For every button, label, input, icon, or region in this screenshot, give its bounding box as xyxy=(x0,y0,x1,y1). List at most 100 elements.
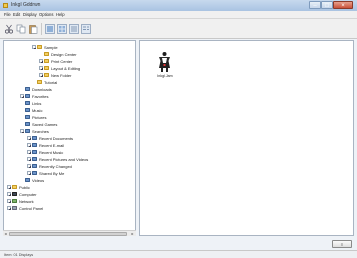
tree-item-label: Videos xyxy=(32,177,45,183)
tree-item-label: Public xyxy=(19,184,30,190)
tree-item-label: Recently Changed xyxy=(39,163,72,169)
tree-item-label: Network xyxy=(19,198,34,204)
tree-item-print-center[interactable]: Print Center xyxy=(39,58,72,64)
tree-item-network[interactable]: Network xyxy=(7,198,34,204)
tree-item-shared-by-me[interactable]: Shared By Me xyxy=(27,170,64,176)
scrollbar-thumb[interactable] xyxy=(9,232,127,236)
tree-item-label: Recent Pictures and Videos xyxy=(39,156,89,162)
maximize-button[interactable]: □ xyxy=(321,1,333,9)
tree-item-recent-pictures[interactable]: Recent Pictures and Videos xyxy=(27,156,88,162)
large-icons-view-icon[interactable] xyxy=(45,24,55,34)
tree-item-links[interactable]: Links xyxy=(20,100,41,106)
tree-item-videos[interactable]: Videos xyxy=(20,177,44,183)
expand-icon[interactable] xyxy=(27,143,31,147)
expand-icon[interactable] xyxy=(39,59,43,63)
details-view-icon[interactable] xyxy=(81,24,91,34)
expand-icon[interactable] xyxy=(7,199,11,203)
network-icon xyxy=(12,199,17,203)
menu-options[interactable]: Options xyxy=(39,12,53,17)
cut-icon[interactable] xyxy=(4,24,14,34)
expand-icon[interactable] xyxy=(7,192,11,196)
tree-item-layout-editing[interactable]: Layout & Editing xyxy=(39,65,80,71)
tree-item-label: Music xyxy=(32,107,43,113)
tree-item-control-panel[interactable]: Control Panel xyxy=(7,205,43,211)
tree-item-recent-email[interactable]: Recent E-mail xyxy=(27,142,64,148)
maximize-icon: □ xyxy=(325,3,329,9)
tree-item-new-folder[interactable]: New Folder xyxy=(39,72,71,78)
scroll-left-icon[interactable]: ◂ xyxy=(3,231,8,237)
menu-help[interactable]: Help xyxy=(56,12,65,17)
search-folder-icon xyxy=(32,171,37,175)
expand-icon[interactable] xyxy=(7,185,11,189)
view-toggle-button[interactable]: ≡ xyxy=(332,240,352,248)
tree-item-music[interactable]: Music xyxy=(20,107,42,113)
tree-item-saved-games[interactable]: Saved Games xyxy=(20,121,57,127)
search-folder-icon xyxy=(32,150,37,154)
horizontal-scrollbar[interactable]: ◂ ▸ xyxy=(3,230,136,236)
list-view-icon[interactable] xyxy=(69,24,79,34)
collapse-icon[interactable] xyxy=(32,45,36,49)
caddy-figure-icon xyxy=(159,52,170,72)
tree-item-pictures[interactable]: Pictures xyxy=(20,114,46,120)
menu-file[interactable]: File xyxy=(4,12,11,17)
folder-icon xyxy=(44,59,49,63)
minimize-button[interactable]: – xyxy=(309,1,321,9)
expand-icon[interactable] xyxy=(27,164,31,168)
toolbar-separator xyxy=(41,23,42,35)
tree-item-label: Recent E-mail xyxy=(39,142,65,148)
content-item-name: Inkgl.Jam xyxy=(157,74,173,78)
computer-icon xyxy=(12,192,17,196)
favorites-folder-icon xyxy=(25,94,30,98)
copy-icon[interactable] xyxy=(16,24,26,34)
tree-item-label: Recent Documents xyxy=(39,135,74,141)
tree-item-recently-changed[interactable]: Recently Changed xyxy=(27,163,72,169)
status-text: Item: 01 Displays xyxy=(4,253,34,257)
close-button[interactable]: × xyxy=(333,1,353,9)
tree-item-label: Sample xyxy=(44,44,58,50)
title-bar[interactable]: Inkgl Gddrwn – □ × xyxy=(0,0,357,11)
tree-item-recent-documents[interactable]: Recent Documents xyxy=(27,135,73,141)
status-bar: Item: 01 Displays xyxy=(0,250,357,258)
tree-item-sample[interactable]: Sample xyxy=(32,44,58,50)
pictures-folder-icon xyxy=(25,115,30,119)
menu-edit[interactable]: Edit xyxy=(13,12,20,17)
paste-icon[interactable] xyxy=(28,24,38,34)
menu-display[interactable]: Display xyxy=(23,12,37,17)
tree-item-searches[interactable]: Searches xyxy=(20,128,49,134)
tree-item-downloads[interactable]: Downloads xyxy=(20,86,52,92)
collapse-icon[interactable] xyxy=(20,129,24,133)
search-folder-icon xyxy=(32,157,37,161)
expand-icon[interactable] xyxy=(27,171,31,175)
close-icon: × xyxy=(341,3,345,9)
folder-icon xyxy=(37,80,42,84)
folder-icon xyxy=(44,66,49,70)
expand-icon[interactable] xyxy=(39,73,43,77)
saved-games-folder-icon xyxy=(25,122,30,126)
expand-icon[interactable] xyxy=(27,157,31,161)
expand-icon[interactable] xyxy=(27,136,31,140)
expand-icon[interactable] xyxy=(27,150,31,154)
tree-item-computer[interactable]: Computer xyxy=(7,191,37,197)
toolbar xyxy=(0,19,357,39)
tree-item-favorites[interactable]: Favorites xyxy=(20,93,48,99)
expand-icon[interactable] xyxy=(7,206,11,210)
expand-icon[interactable] xyxy=(20,94,24,98)
expand-icon[interactable] xyxy=(39,66,43,70)
tree-item-design-center[interactable]: Design Center xyxy=(39,51,77,57)
folder-tree-pane[interactable]: Sample Design Center Print Center Layout… xyxy=(3,40,136,236)
tree-item-label: Design Center xyxy=(51,51,77,57)
tree-item-label: Downloads xyxy=(32,86,52,92)
tree-item-label: Recent Music xyxy=(39,149,64,155)
window-title: Inkgl Gddrwn xyxy=(11,2,41,8)
folder-icon xyxy=(44,73,49,77)
tree-item-recent-music[interactable]: Recent Music xyxy=(27,149,63,155)
tree-item-tutorial[interactable]: Tutorial xyxy=(32,79,57,85)
small-icons-view-icon[interactable] xyxy=(57,24,67,34)
app-icon xyxy=(3,3,8,8)
tree-item-label: Computer xyxy=(19,191,37,197)
downloads-folder-icon xyxy=(25,87,30,91)
content-item[interactable]: Inkgl.Jam xyxy=(152,51,178,81)
scroll-right-icon[interactable]: ▸ xyxy=(130,231,135,237)
tree-item-label: Layout & Editing xyxy=(51,65,81,71)
tree-item-public[interactable]: Public xyxy=(7,184,30,190)
